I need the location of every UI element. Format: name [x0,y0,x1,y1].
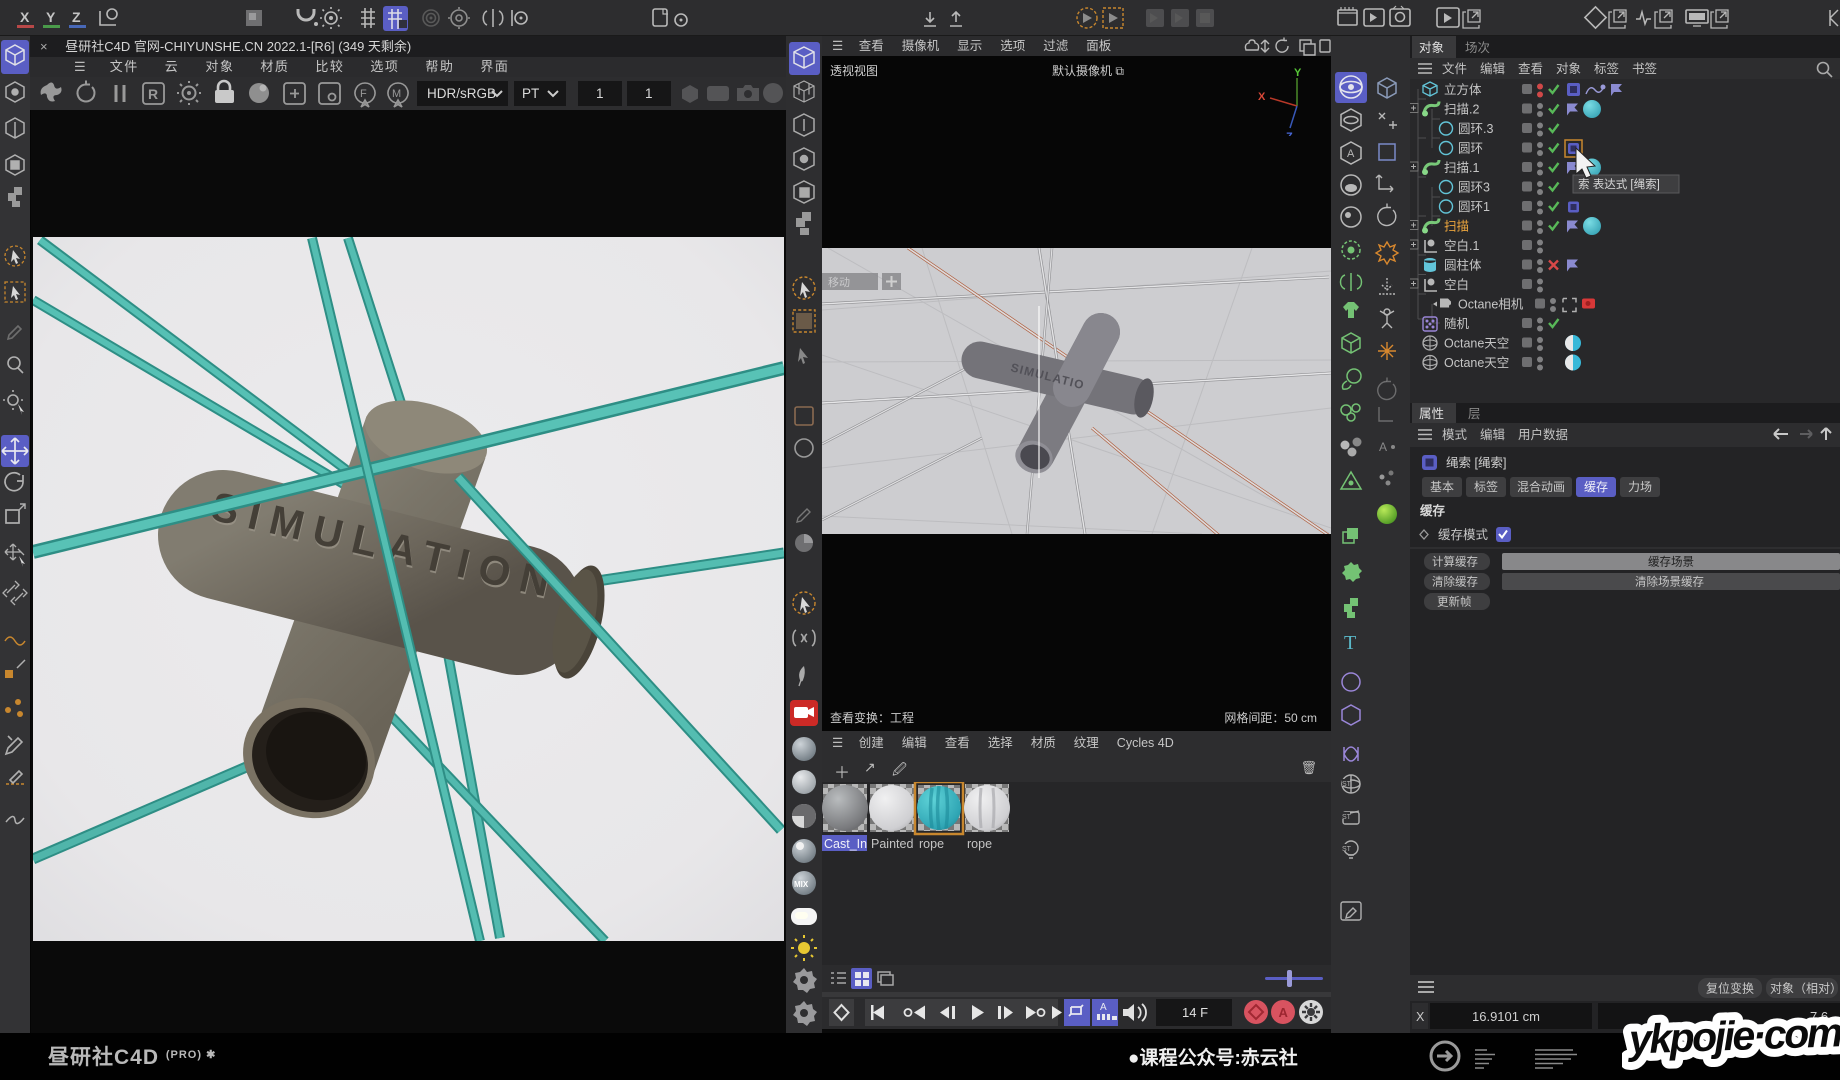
svg-text:Y: Y [1294,67,1302,79]
svg-text:rope: rope [919,837,944,851]
svg-text:基本: 基本 [1430,480,1454,494]
svg-text:属性: 属性 [1419,407,1444,421]
svg-text:标签: 标签 [1474,479,1498,494]
svg-text:Painted: Painted [871,837,913,851]
svg-text:用户数据: 用户数据 [1518,427,1568,442]
svg-text:绳索 [绳索]: 绳索 [绳索] [1446,456,1506,470]
svg-text:复位变换: 复位变换 [1706,981,1754,996]
svg-text:层: 层 [1468,407,1481,421]
svg-text:编辑: 编辑 [1480,427,1505,442]
svg-text:16.9101 cm: 16.9101 cm [1472,1009,1540,1024]
svg-text:圆环1: 圆环1 [1458,200,1490,214]
svg-text:缓存场景: 缓存场景 [1648,555,1694,569]
svg-text:HDR/sRGB: HDR/sRGB [427,86,496,101]
svg-text:模式: 模式 [1442,428,1468,442]
svg-text:编辑: 编辑 [1480,61,1505,76]
svg-text:对象（相对）: 对象（相对） [1770,982,1840,996]
svg-text:移动: 移动 [828,276,850,289]
svg-text:圆环: 圆环 [1458,142,1483,156]
svg-text:Z: Z [1286,131,1293,136]
svg-text:书签: 书签 [1632,61,1658,76]
svg-text:Y: Y [46,9,56,25]
svg-text:缓存: 缓存 [1584,480,1608,494]
svg-text:空白: 空白 [1444,277,1469,292]
svg-text:ST: ST [1342,814,1352,821]
svg-text:1: 1 [596,86,604,101]
svg-text:PT: PT [522,86,539,101]
svg-text:A: A [1379,440,1387,454]
svg-text:X: X [1258,91,1266,103]
svg-text:更新帧: 更新帧 [1437,595,1472,609]
svg-text:Z: Z [72,9,81,25]
svg-text:A: A [1347,148,1355,160]
svg-text:ST: ST [1342,781,1352,788]
svg-text:圆环.3: 圆环.3 [1458,122,1493,136]
svg-text:立方体: 立方体 [1444,82,1482,97]
svg-text:X: X [1416,1010,1425,1024]
svg-text:F: F [360,88,367,100]
svg-text:索 表达式 [绳索]: 索 表达式 [绳索] [1578,177,1660,191]
svg-text:Octane天空: Octane天空 [1444,337,1509,351]
svg-text:Octane相机: Octane相机 [1458,298,1524,312]
svg-text:M: M [392,88,401,100]
svg-text:随机: 随机 [1444,316,1470,331]
svg-text:清除缓存: 清除缓存 [1432,575,1478,589]
svg-text:14 F: 14 F [1182,1005,1208,1020]
svg-text:A: A [1279,1005,1289,1020]
svg-text:X: X [20,9,30,25]
svg-text:缓存模式: 缓存模式 [1438,528,1489,542]
svg-text:扫描: 扫描 [1444,220,1469,234]
svg-text:rope: rope [967,837,992,851]
svg-text:A: A [1100,1002,1107,1013]
svg-text:Octane天空: Octane天空 [1444,356,1509,370]
svg-text:ST: ST [1342,846,1352,853]
svg-text:混合动画: 混合动画 [1517,479,1565,494]
svg-text:计算缓存: 计算缓存 [1432,555,1478,569]
svg-text:文件: 文件 [1442,61,1467,76]
svg-text:标签: 标签 [1594,61,1620,76]
svg-text:T: T [1344,632,1356,654]
svg-text:空白.1: 空白.1 [1444,238,1479,253]
svg-text:对象: 对象 [1556,62,1581,76]
svg-text:圆柱体: 圆柱体 [1444,258,1482,273]
svg-text:清除场景缓存: 清除场景缓存 [1635,575,1704,589]
svg-text:ykpojie·com: ykpojie·com [1626,1009,1840,1062]
svg-text:场次: 场次 [1465,41,1490,55]
svg-text:R: R [148,86,158,102]
svg-text:扫描.2: 扫描.2 [1444,103,1479,117]
svg-text:对象: 对象 [1419,41,1444,55]
svg-text:扫描.1: 扫描.1 [1444,161,1479,175]
svg-text:力场: 力场 [1628,480,1652,494]
svg-text:缓存: 缓存 [1420,503,1446,518]
svg-text:查看: 查看 [1518,62,1543,76]
svg-text:MIX: MIX [794,880,809,889]
svg-text:Cast_In: Cast_In [824,837,867,851]
svg-text:1: 1 [645,86,653,101]
svg-text:圆环3: 圆环3 [1458,181,1490,195]
